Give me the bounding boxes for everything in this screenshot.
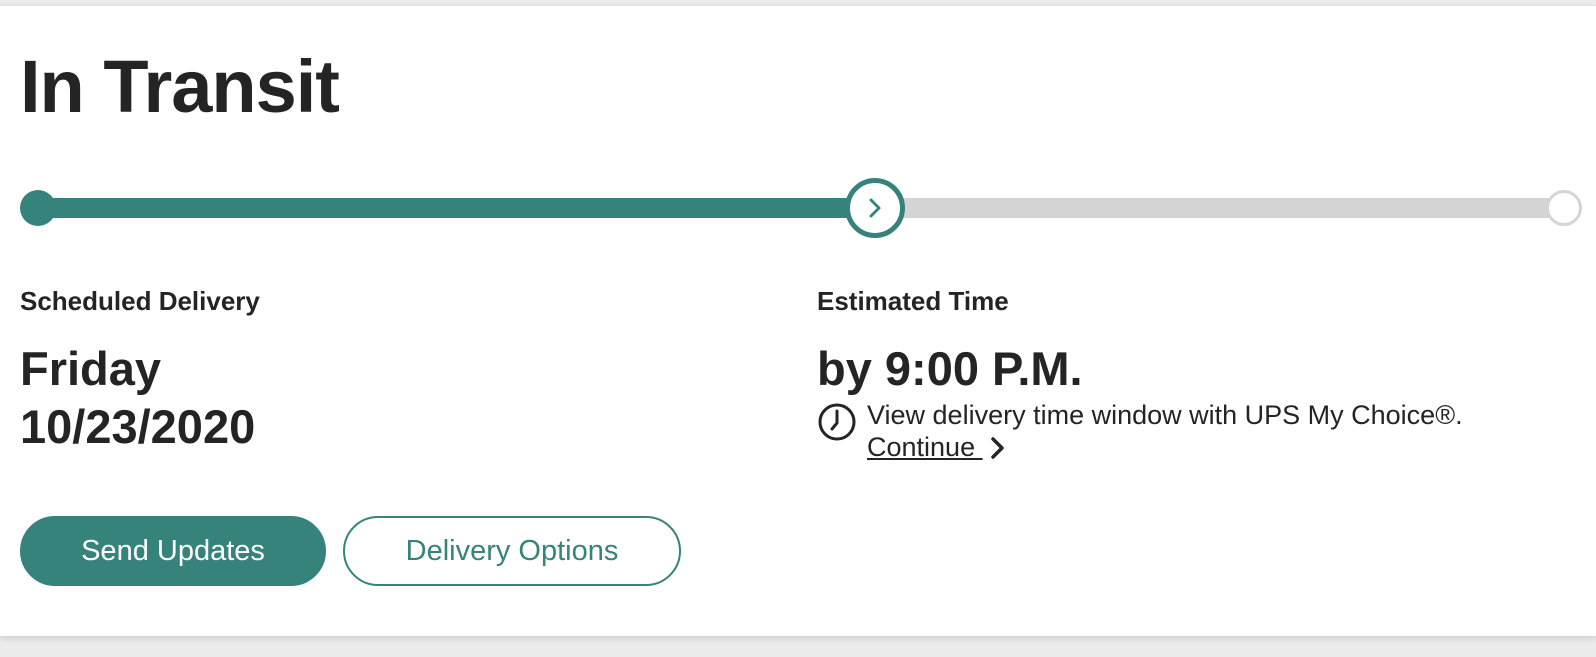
chevron-right-icon <box>869 198 881 218</box>
delivery-date: 10/23/2020 <box>20 400 256 453</box>
send-updates-button[interactable]: Send Updates <box>20 516 326 586</box>
chevron-right-icon <box>990 436 1004 459</box>
clock-icon <box>818 403 856 441</box>
status-title: In Transit <box>20 45 340 128</box>
progress-tracker <box>20 178 1582 238</box>
delivery-day: Friday <box>20 342 162 395</box>
estimated-time-label: Estimated Time <box>817 286 1009 316</box>
scheduled-delivery-label: Scheduled Delivery <box>20 286 260 316</box>
estimated-time-section: Estimated Time by 9:00 P.M. View deliver… <box>817 286 1463 463</box>
continue-link-label: Continue <box>867 432 983 462</box>
my-choice-promo: View delivery time window with UPS My Ch… <box>817 398 1463 463</box>
delivery-options-button[interactable]: Delivery Options <box>343 516 681 586</box>
progress-fill <box>38 198 876 218</box>
progress-start-dot <box>20 190 56 226</box>
progress-end-dot <box>1546 190 1582 226</box>
continue-link[interactable]: Continue <box>867 432 1007 463</box>
tracking-card: In Transit Scheduled Delivery Friday 10/… <box>0 5 1596 636</box>
my-choice-text: View delivery time window with UPS My Ch… <box>867 400 1463 430</box>
scheduled-delivery-section: Scheduled Delivery Friday 10/23/2020 <box>20 286 260 456</box>
progress-current-marker <box>845 178 906 238</box>
estimated-time-value: by 9:00 P.M. <box>817 342 1083 395</box>
